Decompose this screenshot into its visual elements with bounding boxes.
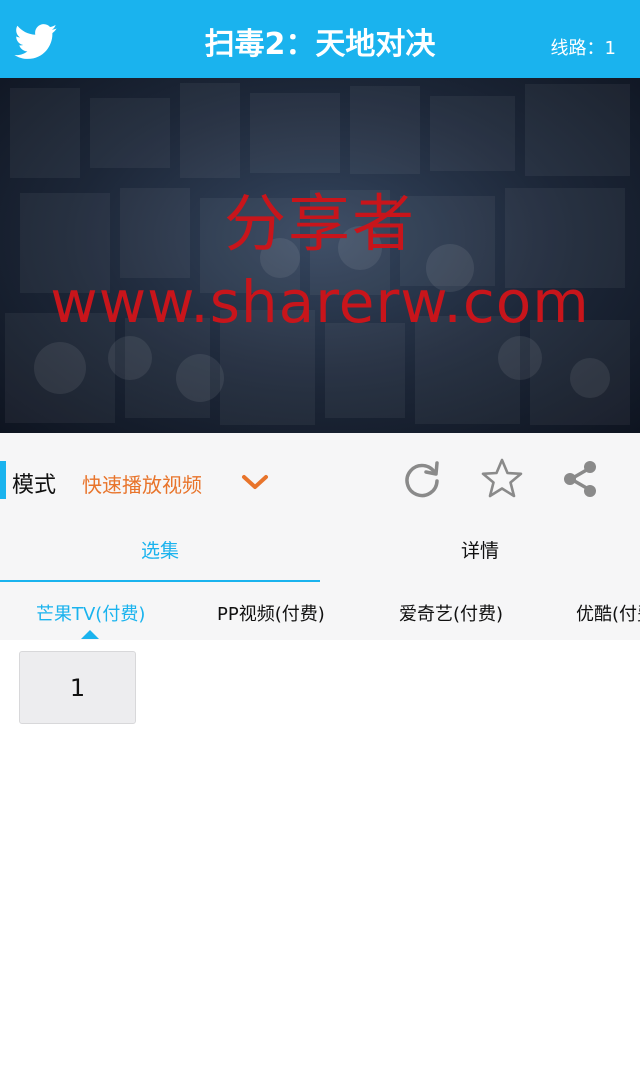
mode-accent-bar xyxy=(0,461,6,499)
selected-source-indicator xyxy=(81,630,99,639)
content-tabs: 选集 详情 xyxy=(0,528,640,584)
star-icon[interactable] xyxy=(480,457,524,501)
mode-value[interactable]: 快速播放视频 xyxy=(82,469,202,498)
mode-label: 模式 xyxy=(12,473,57,498)
mode-bar: 模式 快速播放视频 xyxy=(0,433,640,528)
line-selector[interactable]: 线路：1 xyxy=(551,34,616,60)
refresh-icon[interactable] xyxy=(400,457,444,501)
source-item-mangotv[interactable]: 芒果TV(付费) xyxy=(36,600,145,626)
episode-button[interactable]: 1 xyxy=(19,651,136,724)
video-banner[interactable]: 分享者 www.sharerw.com xyxy=(0,78,640,433)
tab-episodes[interactable]: 选集 xyxy=(0,528,320,584)
tab-details[interactable]: 详情 xyxy=(320,528,640,584)
watermark-url: www.sharerw.com xyxy=(50,268,590,336)
page-title: 扫毒2：天地对决 xyxy=(204,27,436,62)
source-list: 芒果TV(付费) PP视频(付费) 爱奇艺(付费) 优酷(付费) xyxy=(0,584,640,640)
chevron-down-icon[interactable] xyxy=(240,473,270,493)
source-item-youku[interactable]: 优酷(付费) xyxy=(576,600,640,626)
top-bar: 扫毒2：天地对决 线路：1 xyxy=(0,0,640,78)
source-item-pptv[interactable]: PP视频(付费) xyxy=(217,600,325,626)
source-item-iqiyi[interactable]: 爱奇艺(付费) xyxy=(399,600,503,626)
watermark-text: 分享者 xyxy=(223,187,416,260)
share-icon[interactable] xyxy=(559,457,603,501)
